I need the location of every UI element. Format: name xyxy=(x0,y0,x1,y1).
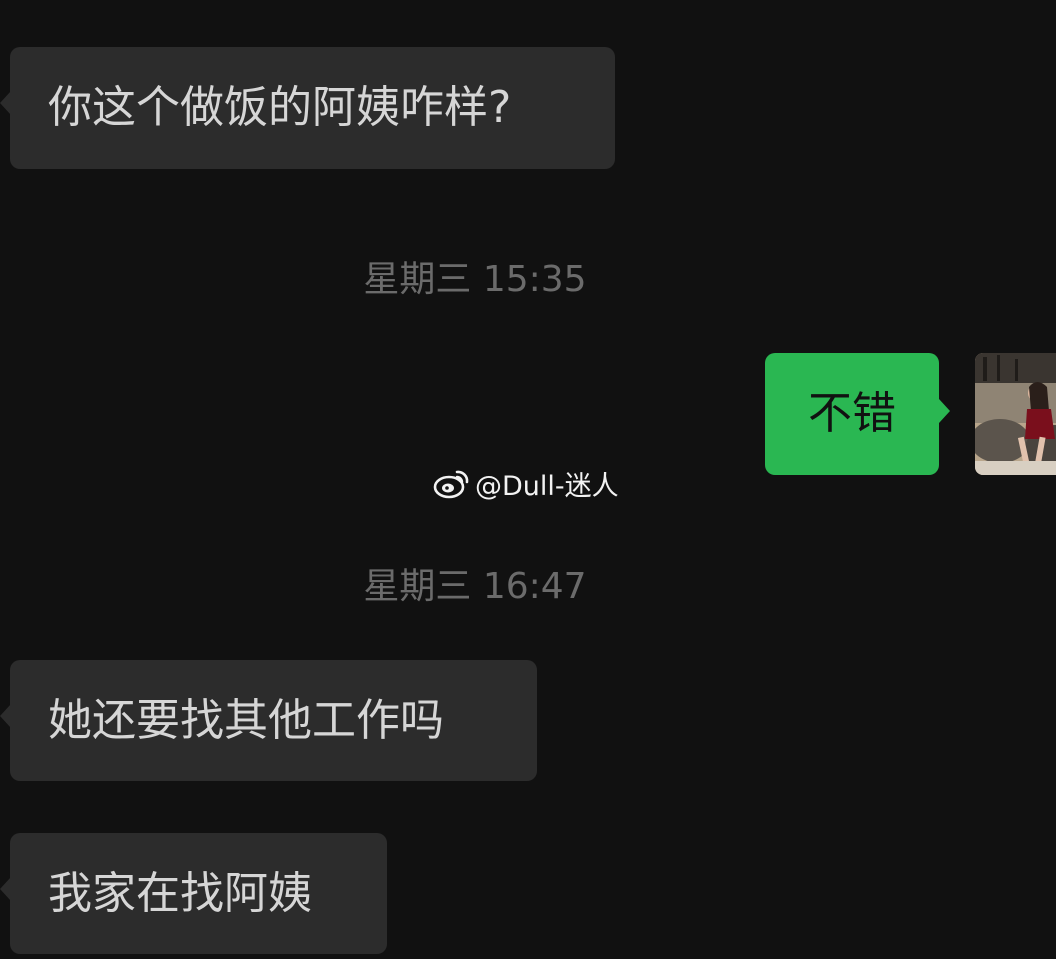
message-text: 不错 xyxy=(808,388,896,439)
user-avatar[interactable] xyxy=(975,353,1056,475)
watermark-text: @Dull-迷人 xyxy=(475,470,619,502)
message-timestamp: 星期三 15:35 xyxy=(363,259,587,300)
incoming-message-bubble[interactable]: 我家在找阿姨 xyxy=(0,833,387,954)
incoming-message-bubble[interactable]: 你这个做饭的阿姨咋样? xyxy=(0,47,615,169)
outgoing-message-bubble[interactable]: 不错 xyxy=(765,353,950,475)
weibo-watermark: @Dull-迷人 xyxy=(433,463,619,503)
weibo-icon xyxy=(433,470,469,499)
message-text: 我家在找阿姨 xyxy=(48,867,312,919)
user-avatar-photo xyxy=(975,353,1056,475)
message-text: 你这个做饭的阿姨咋样? xyxy=(48,82,512,133)
incoming-message-bubble[interactable]: 她还要找其他工作吗 xyxy=(0,660,537,781)
message-timestamp: 星期三 16:47 xyxy=(363,566,587,607)
message-text: 她还要找其他工作吗 xyxy=(48,694,444,746)
